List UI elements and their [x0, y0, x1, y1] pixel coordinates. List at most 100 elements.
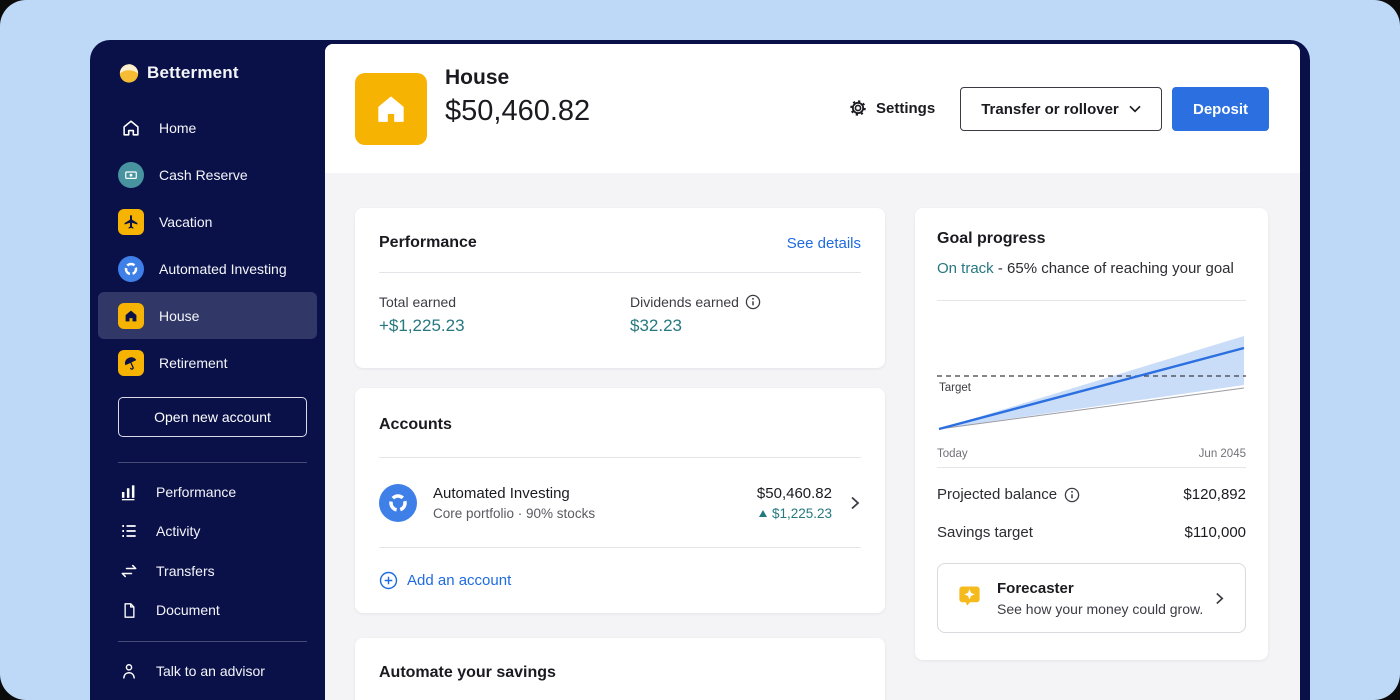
sidebar-item-retirement[interactable]: Retirement — [98, 339, 317, 386]
forecaster-button[interactable]: Forecaster See how your money could grow… — [937, 563, 1246, 633]
divider — [379, 547, 861, 548]
axis-start-label: Today — [937, 448, 968, 460]
sidebar-item-label: Document — [156, 602, 220, 618]
plus-circle-icon — [379, 571, 398, 590]
dividends-earned-label: Dividends earned — [630, 294, 739, 310]
sidebar-item-label: Vacation — [159, 214, 212, 230]
sidebar-item-transfers[interactable]: Transfers — [90, 551, 325, 591]
see-details-link[interactable]: See details — [787, 235, 861, 252]
card-title: Automate your savings — [379, 664, 556, 682]
card-title: Goal progress — [937, 230, 1045, 248]
card-title: Performance — [379, 234, 477, 252]
advisor-person-icon — [118, 658, 140, 684]
total-earned-stat: Total earned +$1,225.23 — [379, 294, 465, 336]
page-title: House — [445, 66, 509, 90]
performance-card: Performance See details Total earned +$1… — [355, 208, 885, 368]
goal-balance: $50,460.82 — [445, 95, 590, 128]
sidebar-item-label: Performance — [156, 484, 236, 500]
account-menu: Performance Activity — [90, 472, 325, 630]
home-icon — [118, 115, 144, 141]
status-badge: On track — [937, 260, 994, 277]
goal-status: On track - 65% chance of reaching your g… — [937, 260, 1234, 277]
house-icon — [118, 303, 144, 329]
betterment-logo[interactable]: Betterment — [118, 62, 239, 84]
sidebar-item-label: Home — [159, 120, 196, 136]
sidebar-item-label: Talk to an advisor — [156, 663, 265, 679]
sidebar: Betterment Home — [90, 40, 325, 700]
chevron-down-icon — [1129, 105, 1141, 113]
axis-end-label: Jun 2045 — [1199, 448, 1246, 460]
savings-target-row: Savings target $110,000 — [937, 524, 1246, 541]
desktop-background: Betterment Home — [0, 0, 1400, 700]
sidebar-item-label: Activity — [156, 523, 200, 539]
divider — [937, 467, 1246, 468]
sidebar-item-house[interactable]: House — [98, 292, 317, 339]
savings-target-label: Savings target — [937, 524, 1033, 541]
total-earned-value: +$1,225.23 — [379, 316, 465, 336]
brand-name: Betterment — [147, 63, 239, 83]
card-title: Accounts — [379, 416, 452, 434]
divider — [937, 300, 1246, 301]
sidebar-item-performance[interactable]: Performance — [90, 472, 325, 512]
sidebar-item-vacation[interactable]: Vacation — [98, 198, 317, 245]
chevron-right-icon — [1215, 591, 1225, 606]
transfer-or-rollover-button[interactable]: Transfer or rollover — [960, 87, 1162, 131]
document-icon — [118, 597, 140, 623]
confidence-band — [939, 336, 1244, 429]
chevron-right-icon — [850, 495, 861, 511]
umbrella-icon — [118, 350, 144, 376]
open-new-account-button[interactable]: Open new account — [118, 397, 307, 437]
account-balance: $50,460.82 — [757, 485, 832, 502]
goal-progress-card: Goal progress On track - 65% chance of r… — [915, 208, 1268, 660]
accounts-card: Accounts Automated Investing Core portfo… — [355, 388, 885, 613]
deposit-button[interactable]: Deposit — [1172, 87, 1269, 131]
goal-house-icon — [355, 73, 427, 145]
dividends-earned-value: $32.23 — [630, 316, 761, 336]
transfer-label: Transfer or rollover — [981, 101, 1119, 118]
main-content: House $50,460.82 Settings Transfer or ro… — [325, 44, 1300, 700]
auto-invest-icon — [118, 256, 144, 282]
info-icon[interactable] — [745, 294, 761, 310]
account-detail: Core portfolio · 90% stocks — [433, 506, 757, 521]
savings-target-value: $110,000 — [1185, 524, 1246, 541]
sidebar-item-label: House — [159, 308, 199, 324]
bar-chart-icon — [118, 479, 140, 505]
dividends-earned-stat: Dividends earned $32.23 — [630, 294, 761, 336]
add-account-button[interactable]: Add an account — [379, 571, 511, 590]
sidebar-item-automated-investing[interactable]: Automated Investing — [98, 245, 317, 292]
advisor-section: Talk to an advisor — [90, 651, 325, 691]
forecaster-subtitle: See how your money could grow. — [997, 601, 1215, 617]
betterment-app-window: Betterment Home — [90, 40, 1310, 700]
chart-x-axis: Today Jun 2045 — [937, 448, 1246, 460]
sidebar-item-label: Retirement — [159, 355, 227, 371]
sidebar-item-label: Cash Reserve — [159, 167, 248, 183]
list-icon — [118, 518, 140, 544]
gain-up-triangle-icon — [759, 510, 767, 517]
gear-icon — [848, 98, 868, 118]
forecaster-title: Forecaster — [997, 580, 1215, 597]
account-gain: $1,225.23 — [757, 506, 832, 521]
projected-balance-row: Projected balance $120,892 — [937, 486, 1246, 503]
projected-balance-value: $120,892 — [1183, 486, 1246, 503]
settings-label: Settings — [876, 100, 935, 117]
sidebar-item-document[interactable]: Document — [90, 591, 325, 631]
sidebar-item-talk-to-advisor[interactable]: Talk to an advisor — [90, 651, 325, 691]
account-values: $50,460.82 $1,225.23 — [757, 485, 832, 521]
automate-savings-card: Automate your savings — [355, 638, 885, 700]
account-row-automated-investing[interactable]: Automated Investing Core portfolio · 90%… — [379, 476, 861, 530]
sidebar-item-label: Automated Investing — [159, 261, 287, 277]
info-icon[interactable] — [1064, 487, 1080, 503]
goal-header: House $50,460.82 Settings Transfer or ro… — [325, 44, 1300, 173]
sidebar-item-label: Transfers — [156, 563, 215, 579]
sidebar-item-activity[interactable]: Activity — [90, 512, 325, 552]
account-name: Automated Investing — [433, 485, 757, 502]
transfer-arrows-icon — [118, 558, 140, 584]
cash-icon — [118, 162, 144, 188]
sidebar-item-cash-reserve[interactable]: Cash Reserve — [98, 151, 317, 198]
settings-button[interactable]: Settings — [848, 98, 935, 118]
target-label: Target — [939, 382, 972, 394]
forecaster-text: Forecaster See how your money could grow… — [997, 580, 1215, 617]
account-info: Automated Investing Core portfolio · 90%… — [433, 485, 757, 521]
sidebar-item-home[interactable]: Home — [98, 104, 317, 151]
goal-nav: Home Cash Reserve — [90, 104, 325, 386]
